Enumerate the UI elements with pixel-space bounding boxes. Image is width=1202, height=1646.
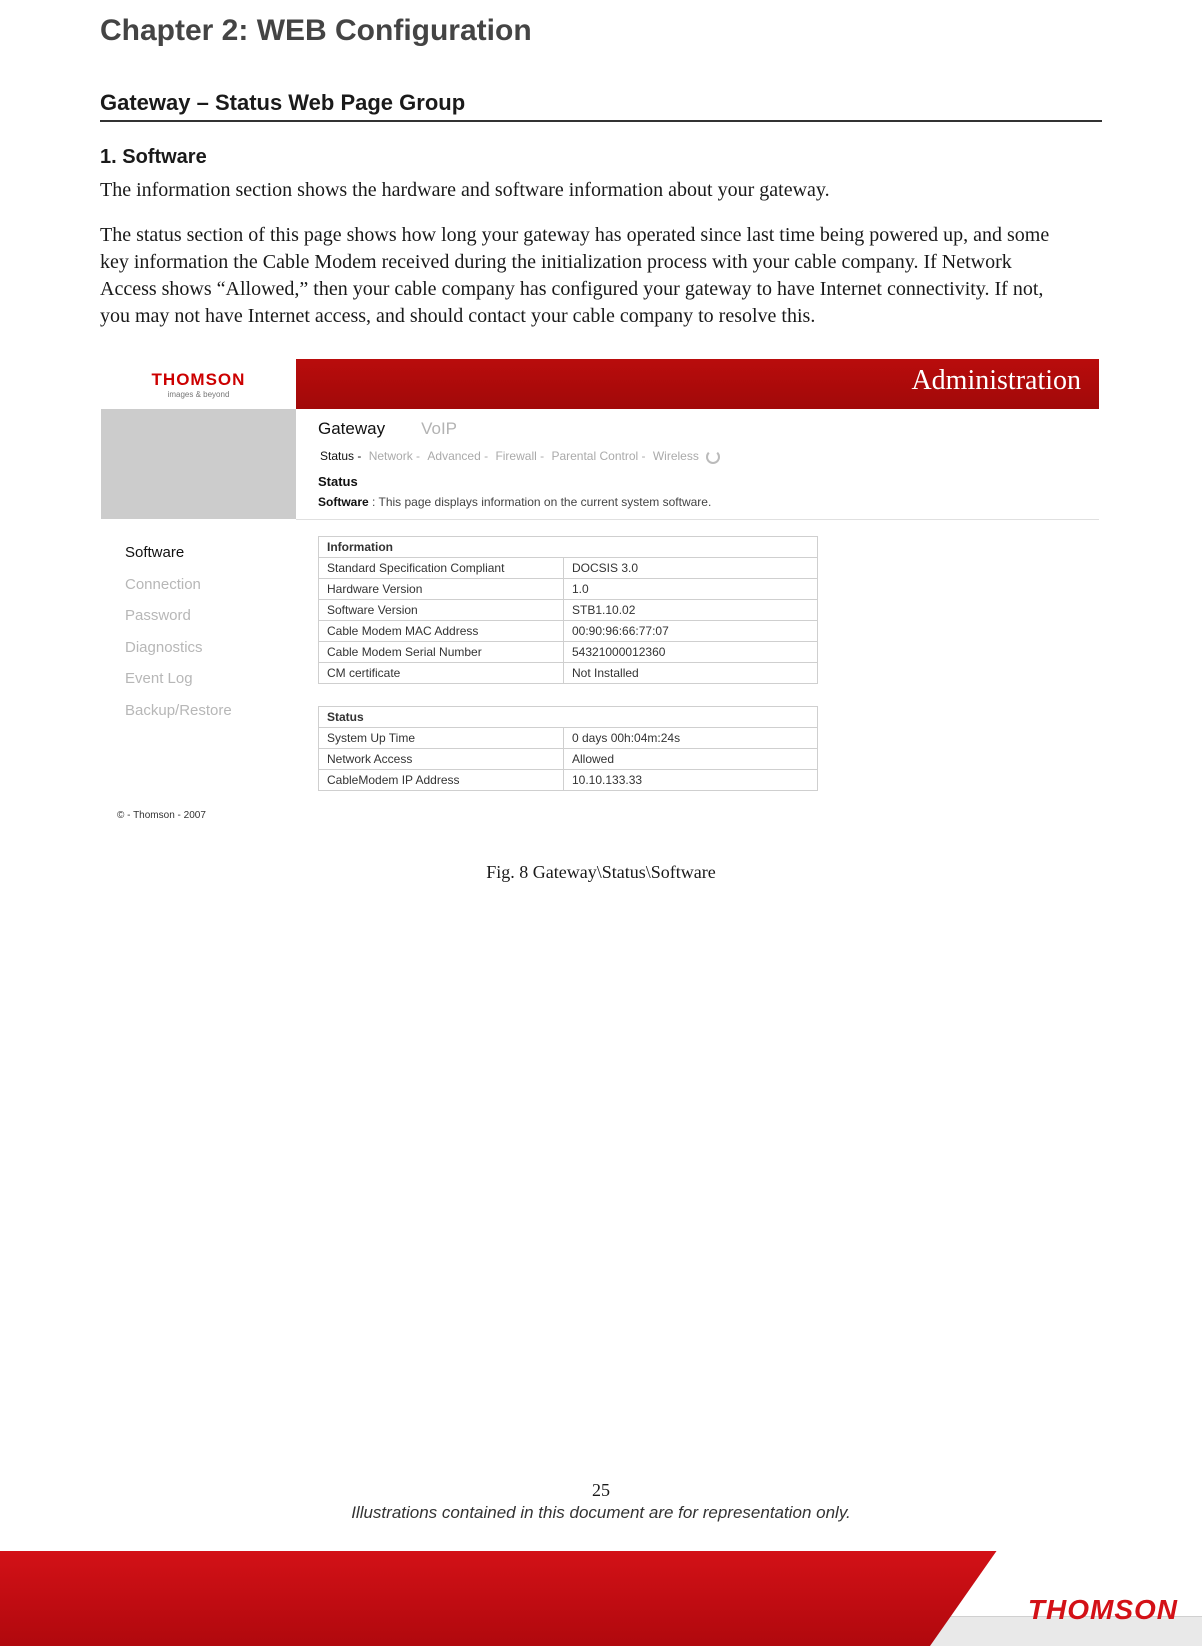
sidebar-item-password[interactable]: Password <box>125 600 296 632</box>
info-table-title: Information <box>319 536 818 557</box>
status-table-title: Status <box>319 706 818 727</box>
refresh-icon[interactable] <box>706 450 720 464</box>
table-row: Network AccessAllowed <box>319 748 818 769</box>
status-table: Status System Up Time0 days 00h:04m:24s … <box>318 706 818 791</box>
sidebar-photo <box>101 409 296 519</box>
table-row: Software VersionSTB1.10.02 <box>319 599 818 620</box>
table-row: System Up Time0 days 00h:04m:24s <box>319 727 818 748</box>
disclaimer-text: Illustrations contained in this document… <box>0 1503 1202 1523</box>
copyright-text: © - Thomson - 2007 <box>101 806 296 827</box>
brand-tagline: images & beyond <box>168 390 230 399</box>
table-row: CM certificateNot Installed <box>319 662 818 683</box>
subtab-network[interactable]: Network - <box>369 449 420 463</box>
table-row: Cable Modem Serial Number54321000012360 <box>319 641 818 662</box>
software-description: : This page displays information on the … <box>372 495 711 509</box>
sidebar-item-backup[interactable]: Backup/Restore <box>125 695 296 727</box>
sidebar-item-eventlog[interactable]: Event Log <box>125 663 296 695</box>
subtab-wireless[interactable]: Wireless <box>653 449 699 463</box>
subtab-advanced[interactable]: Advanced - <box>427 449 488 463</box>
figure-caption: Fig. 8 Gateway\Status\Software <box>100 862 1102 883</box>
subtab-parental[interactable]: Parental Control - <box>551 449 645 463</box>
table-row: Cable Modem MAC Address00:90:96:66:77:07 <box>319 620 818 641</box>
brand-logo: THOMSON images & beyond <box>101 359 296 409</box>
table-row: Hardware Version1.0 <box>319 578 818 599</box>
brand-logo-text: THOMSON <box>152 370 246 390</box>
paragraph-2: The status section of this page shows ho… <box>100 222 1060 330</box>
sub-tabs: Status - Network - Advanced - Firewall -… <box>318 445 1087 470</box>
footer-brand-logo: THOMSON <box>1028 1594 1178 1626</box>
section-title: Gateway – Status Web Page Group <box>100 90 1102 122</box>
gateway-screenshot: THOMSON images & beyond Administration S… <box>100 358 1100 834</box>
sidebar-item-diagnostics[interactable]: Diagnostics <box>125 632 296 664</box>
sidebar-item-connection[interactable]: Connection <box>125 569 296 601</box>
chapter-title: Chapter 2: WEB Configuration <box>100 14 1102 48</box>
page-number: 25 <box>0 1480 1202 1501</box>
subtab-status[interactable]: Status - <box>320 449 361 463</box>
subtab-firewall[interactable]: Firewall - <box>495 449 544 463</box>
table-row: CableModem IP Address10.10.133.33 <box>319 769 818 790</box>
sidebar-item-software[interactable]: Software <box>125 537 296 569</box>
table-row: Standard Specification CompliantDOCSIS 3… <box>319 557 818 578</box>
information-table: Information Standard Specification Compl… <box>318 536 818 684</box>
footer-graphic: THOMSON <box>0 1551 1202 1646</box>
sidebar-nav: Software Connection Password Diagnostics… <box>101 519 296 726</box>
status-heading: Status <box>318 474 1087 489</box>
tab-voip[interactable]: VoIP <box>421 419 457 439</box>
paragraph-1: The information section shows the hardwa… <box>100 177 1060 204</box>
tab-gateway[interactable]: Gateway <box>318 419 385 439</box>
subsection-title: 1. Software <box>100 146 1102 169</box>
software-label: Software <box>318 495 369 509</box>
header-title: Administration <box>911 365 1081 397</box>
